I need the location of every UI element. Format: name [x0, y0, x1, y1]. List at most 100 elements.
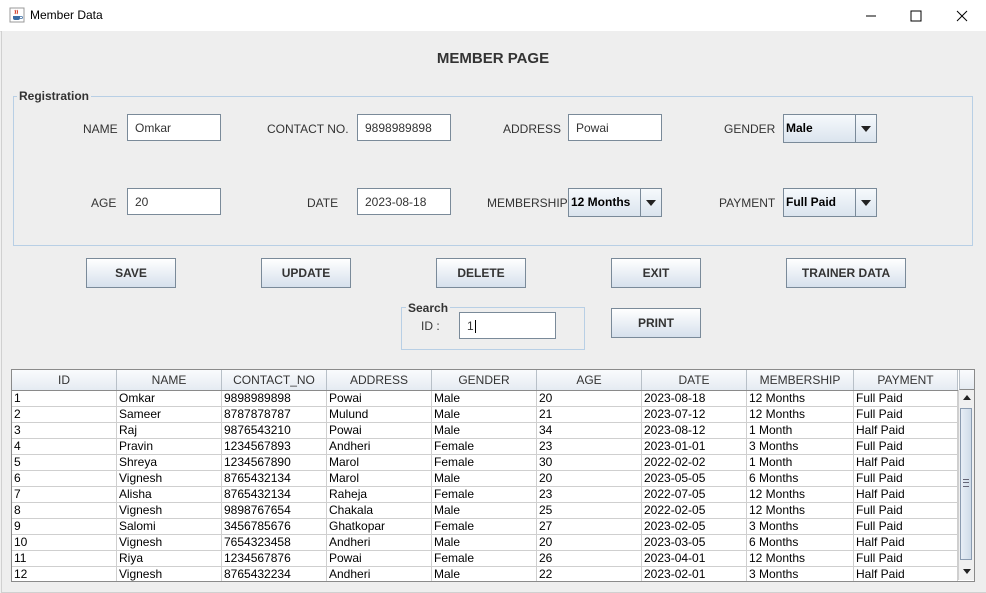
scroll-down-arrow-icon[interactable] — [959, 564, 974, 579]
table-cell: 27 — [537, 519, 642, 534]
table-cell: Male — [432, 535, 537, 550]
table-cell: 12 Months — [747, 551, 854, 566]
table-cell: Salomi — [117, 519, 222, 534]
exit-button[interactable]: EXIT — [611, 258, 701, 288]
title-bar: Member Data — [0, 0, 986, 32]
table-cell: Vignesh — [117, 567, 222, 581]
column-header[interactable]: NAME — [117, 370, 222, 390]
table-cell: 2022-02-02 — [642, 455, 747, 470]
table-cell: 20 — [537, 471, 642, 486]
table-cell: 12 — [12, 567, 117, 581]
table-cell: 30 — [537, 455, 642, 470]
table-cell: Male — [432, 391, 537, 406]
minimize-button[interactable] — [848, 0, 894, 31]
table-cell: 4 — [12, 439, 117, 454]
table-row[interactable]: 3 Raj 9876543210 Powai Male 34 2023-08-12 1 Mon… — [12, 423, 958, 439]
name-field[interactable]: Omkar — [127, 114, 221, 141]
table-cell: 12 Months — [747, 407, 854, 422]
table-cell: Vignesh — [117, 503, 222, 518]
table-row[interactable]: 11 Riya 1234567876 Powai Female 26 2023-04-01 1… — [12, 551, 958, 567]
scroll-thumb[interactable] — [960, 408, 972, 560]
table-cell: Full Paid — [854, 519, 958, 534]
table-cell: Raheja — [327, 487, 432, 502]
members-table[interactable]: ID NAME CONTACT_NO ADDRESS GENDER AGE DATE MEMB… — [11, 369, 975, 582]
table-row[interactable]: 6 Vignesh 8765432134 Marol Male 20 2023-05-05 6… — [12, 471, 958, 487]
table-row[interactable]: 1 Omkar 9898989898 Powai Male 20 2023-08-18 12 … — [12, 391, 958, 407]
table-row[interactable]: 4 Pravin 1234567893 Andheri Female 23 2023-01-… — [12, 439, 958, 455]
print-button[interactable]: PRINT — [611, 308, 701, 338]
minimize-icon — [866, 15, 876, 16]
table-row[interactable]: 8 Vignesh 9898767654 Chakala Male 25 2022-02-0… — [12, 503, 958, 519]
table-cell: 3 Months — [747, 519, 854, 534]
table-row[interactable]: 7 Alisha 8765432134 Raheja Female 23 2022-07-0… — [12, 487, 958, 503]
table-cell: 6 Months — [747, 471, 854, 486]
contact-label: CONTACT NO. — [267, 122, 349, 136]
payment-value: Full Paid — [786, 195, 837, 209]
table-header-corner — [959, 370, 974, 390]
table-cell: Half Paid — [854, 423, 958, 438]
table-cell: Half Paid — [854, 567, 958, 581]
chevron-down-icon[interactable] — [640, 189, 661, 216]
column-header[interactable]: PAYMENT — [854, 370, 958, 390]
table-cell: 10 — [12, 535, 117, 550]
table-row[interactable]: 10 Vignesh 7654323458 Andheri Male 20 2023-03-… — [12, 535, 958, 551]
scroll-up-arrow-icon[interactable] — [959, 390, 974, 405]
table-cell: Vignesh — [117, 535, 222, 550]
registration-legend: Registration — [17, 89, 92, 103]
trainer-data-button[interactable]: TRAINER DATA — [786, 258, 906, 288]
age-field[interactable]: 20 — [127, 188, 221, 215]
date-label: DATE — [307, 196, 339, 210]
table-cell: Female — [432, 455, 537, 470]
date-field[interactable]: 2023-08-18 — [357, 188, 451, 215]
text-cursor — [474, 320, 476, 334]
table-cell: 8 — [12, 503, 117, 518]
gender-select[interactable]: Male — [783, 114, 877, 143]
search-id-field[interactable]: 1 — [459, 312, 556, 339]
table-cell: 1234567893 — [222, 439, 327, 454]
grip-icon — [963, 479, 969, 487]
column-header[interactable]: AGE — [537, 370, 642, 390]
table-cell: Male — [432, 503, 537, 518]
table-cell: Male — [432, 471, 537, 486]
column-header[interactable]: CONTACT_NO — [222, 370, 327, 390]
delete-button[interactable]: DELETE — [436, 258, 526, 288]
table-row[interactable]: 2 Sameer 8787878787 Mulund Male 21 2023-07-12 1… — [12, 407, 958, 423]
column-header[interactable]: DATE — [642, 370, 747, 390]
table-cell: 9 — [12, 519, 117, 534]
table-cell: Full Paid — [854, 551, 958, 566]
payment-select[interactable]: Full Paid — [783, 188, 877, 217]
table-cell: 1 Month — [747, 423, 854, 438]
column-header[interactable]: GENDER — [432, 370, 537, 390]
table-row[interactable]: 9 Salomi 3456785676 Ghatkopar Female 27 2023-0… — [12, 519, 958, 535]
table-cell: 1 Month — [747, 455, 854, 470]
table-body: 1 Omkar 9898989898 Powai Male 20 2023-08-18 12 … — [12, 391, 958, 581]
table-cell: Female — [432, 519, 537, 534]
age-label: AGE — [91, 196, 117, 210]
maximize-icon — [910, 10, 922, 21]
save-button[interactable]: SAVE — [86, 258, 176, 288]
vertical-scrollbar[interactable] — [958, 390, 974, 580]
table-cell: Female — [432, 551, 537, 566]
update-button[interactable]: UPDATE — [261, 258, 351, 288]
maximize-button[interactable] — [893, 0, 939, 31]
column-header[interactable]: MEMBERSHIP — [747, 370, 854, 390]
table-cell: Full Paid — [854, 407, 958, 422]
table-cell: Omkar — [117, 391, 222, 406]
table-cell: Andheri — [327, 439, 432, 454]
table-row[interactable]: 5 Shreya 1234567890 Marol Female 30 2022-02-02… — [12, 455, 958, 471]
column-header[interactable]: ID — [12, 370, 117, 390]
membership-select[interactable]: 12 Months — [568, 188, 662, 217]
membership-value: 12 Months — [571, 195, 631, 209]
address-field[interactable]: Powai — [568, 114, 662, 141]
java-cup-icon — [9, 7, 25, 23]
contact-field[interactable]: 9898989898 — [357, 114, 451, 141]
column-header[interactable]: ADDRESS — [327, 370, 432, 390]
table-cell: 2023-02-05 — [642, 519, 747, 534]
chevron-down-icon[interactable] — [855, 115, 876, 142]
table-row[interactable]: 12 Vignesh 8765432234 Andheri Male 22 2023-02-… — [12, 567, 958, 581]
table-cell: 12 Months — [747, 487, 854, 502]
table-cell: Marol — [327, 471, 432, 486]
chevron-down-icon[interactable] — [855, 189, 876, 216]
close-button[interactable] — [939, 0, 985, 31]
table-cell: 23 — [537, 487, 642, 502]
